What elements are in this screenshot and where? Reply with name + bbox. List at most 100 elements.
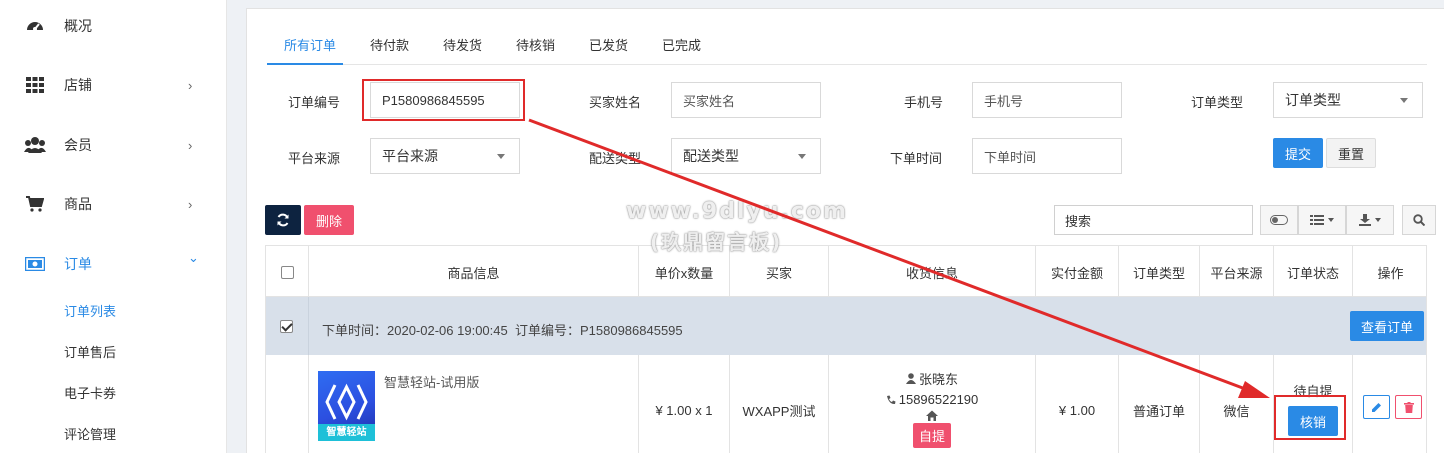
order-time-input[interactable]: 下单时间 [972,138,1122,174]
toggle-icon [1270,215,1288,225]
platform-select[interactable]: 平台来源 [370,138,520,174]
delete-button[interactable]: 删除 [304,205,354,235]
export-dropdown-button[interactable] [1346,205,1394,235]
order-row-checkbox[interactable] [280,320,293,333]
search-input[interactable]: 搜索 [1054,205,1253,235]
home-icon [926,410,938,421]
product-info-cell: 智慧轻站 智慧轻站-试用版 [308,355,638,453]
sidebar-item-label: 店铺 [64,77,92,93]
verify-button[interactable]: 核销 [1288,406,1338,436]
user-icon [905,373,916,384]
price-qty-cell: ¥ 1.00 x 1 [638,355,729,453]
pencil-icon [1372,402,1381,412]
order-list-panel: 所有订单 待付款 待发货 待核销 已发货 已完成 订单编号 P158098684… [246,8,1444,453]
sidebar: 概况 店铺 › 会员 › 商品 › 订单 ⌄ 订单列表 订单售后 电子卡券 评论… [0,0,227,453]
order-meta: 下单时间：2020-02-06 19:00:45 订单编号：P158098684… [322,320,683,339]
tab-shipped[interactable]: 已发货 [589,35,628,54]
tab-pending-shipment[interactable]: 待发货 [443,35,482,54]
sidebar-item-label: 商品 [64,196,92,212]
order-status-cell: 待自提 核销 [1273,355,1352,453]
chevron-right-icon: › [188,137,193,153]
group-divider [308,297,309,355]
delivery-type-select[interactable]: 配送类型 [671,138,821,174]
sidebar-item-members[interactable]: 会员 › [0,125,227,165]
order-no-input[interactable]: P1580986845595 [370,82,520,118]
actions-cell [1352,355,1428,453]
users-icon [24,134,46,156]
buyer-name-input[interactable]: 买家姓名 [671,82,821,118]
download-icon [1359,214,1371,226]
active-tab-indicator [267,63,343,65]
product-thumbnail[interactable]: 智慧轻站 [318,371,375,441]
order-type-label: 订单类型 [1191,95,1244,110]
shipping-info-cell: 张晓东 15896522190 自提 [828,355,1035,453]
tab-all-orders[interactable]: 所有订单 [284,35,336,54]
buyer-name-label: 买家姓名 [589,95,642,110]
tab-pending-verification[interactable]: 待核销 [516,35,555,54]
sidebar-item-store[interactable]: 店铺 › [0,65,227,105]
product-thumb-caption: 智慧轻站 [318,424,375,441]
refresh-button[interactable] [265,205,301,235]
reset-button[interactable]: 重置 [1326,138,1376,168]
product-logo-icon [325,383,368,421]
platform-cell: 微信 [1199,355,1273,453]
delete-row-button[interactable] [1395,395,1422,419]
platform-label: 平台来源 [288,151,341,166]
order-status-tabs: 所有订单 待付款 待发货 待核销 已发货 已完成 [267,33,1427,65]
tab-completed[interactable]: 已完成 [662,35,701,54]
dashboard-icon [24,15,46,37]
order-no-value: P1580986845595 [579,323,683,338]
sidebar-subitem-order-list[interactable]: 订单列表 [64,301,116,320]
sidebar-item-label: 概况 [64,18,92,34]
order-type-select[interactable]: 订单类型 [1273,82,1423,118]
refresh-icon [277,213,289,227]
order-no-label: 订单编号 [288,95,341,110]
order-group-row: 下单时间：2020-02-06 19:00:45 订单编号：P158098684… [265,297,1427,355]
order-time-label: 下单时间： [322,323,388,338]
view-order-button[interactable]: 查看订单 [1350,311,1424,341]
table-header-row: 商品信息 单价x数量 买家 收货信息 实付金额 订单类型 平台来源 订单状态 操… [265,245,1428,298]
columns-dropdown-button[interactable] [1298,205,1346,235]
chevron-right-icon: › [188,77,193,93]
edit-button[interactable] [1363,395,1390,419]
phone-icon [886,395,896,404]
caret-down-icon [1375,218,1381,222]
tab-pending-payment[interactable]: 待付款 [370,35,409,54]
table-row: 智慧轻站 智慧轻站-试用版 ¥ 1.00 x 1 WXAPP测试 张晓东 158… [265,355,1427,453]
delivery-type-select-value: 配送类型 [683,148,739,164]
sidebar-item-products[interactable]: 商品 › [0,184,227,224]
sidebar-item-orders[interactable]: 订单 ⌄ [0,244,227,284]
caret-down-icon [1328,218,1334,222]
chevron-down-icon: ⌄ [188,250,199,265]
phone-label: 手机号 [904,95,944,110]
grid-icon [24,74,46,96]
header-actions: 操作 [1352,246,1428,298]
recipient-name: 张晓东 [918,372,958,387]
sidebar-subitem-after-sales[interactable]: 订单售后 [64,342,116,361]
recipient-phone-line: 15896522190 [886,392,978,407]
pickup-tag: 自提 [912,423,951,448]
sidebar-subitem-reviews[interactable]: 评论管理 [64,424,116,443]
sidebar-item-label: 会员 [64,137,92,153]
toggle-view-button[interactable] [1260,205,1298,235]
sidebar-item-overview[interactable]: 概况 [0,6,227,46]
sidebar-subitem-e-coupons[interactable]: 电子卡券 [64,383,116,402]
sidebar-item-label: 订单 [64,256,92,272]
delivery-type-label: 配送类型 [589,151,642,166]
select-all-checkbox[interactable] [280,265,294,279]
search-button[interactable] [1402,205,1436,235]
chevron-right-icon: › [188,196,193,212]
header-checkbox-cell [266,246,308,298]
trash-icon [1403,401,1414,413]
order-type-cell: 普通订单 [1118,355,1199,453]
product-name[interactable]: 智慧轻站-试用版 [384,372,479,391]
submit-button[interactable]: 提交 [1273,138,1323,168]
phone-input[interactable]: 手机号 [972,82,1122,118]
paid-amount-cell: ¥ 1.00 [1035,355,1118,453]
order-status-text: 待自提 [1293,384,1333,399]
search-icon [1413,214,1425,226]
header-order-type: 订单类型 [1118,246,1199,298]
order-time-value: 2020-02-06 19:00:45 [387,323,508,338]
buyer-cell: WXAPP测试 [729,355,828,453]
header-price-qty: 单价x数量 [638,246,729,298]
